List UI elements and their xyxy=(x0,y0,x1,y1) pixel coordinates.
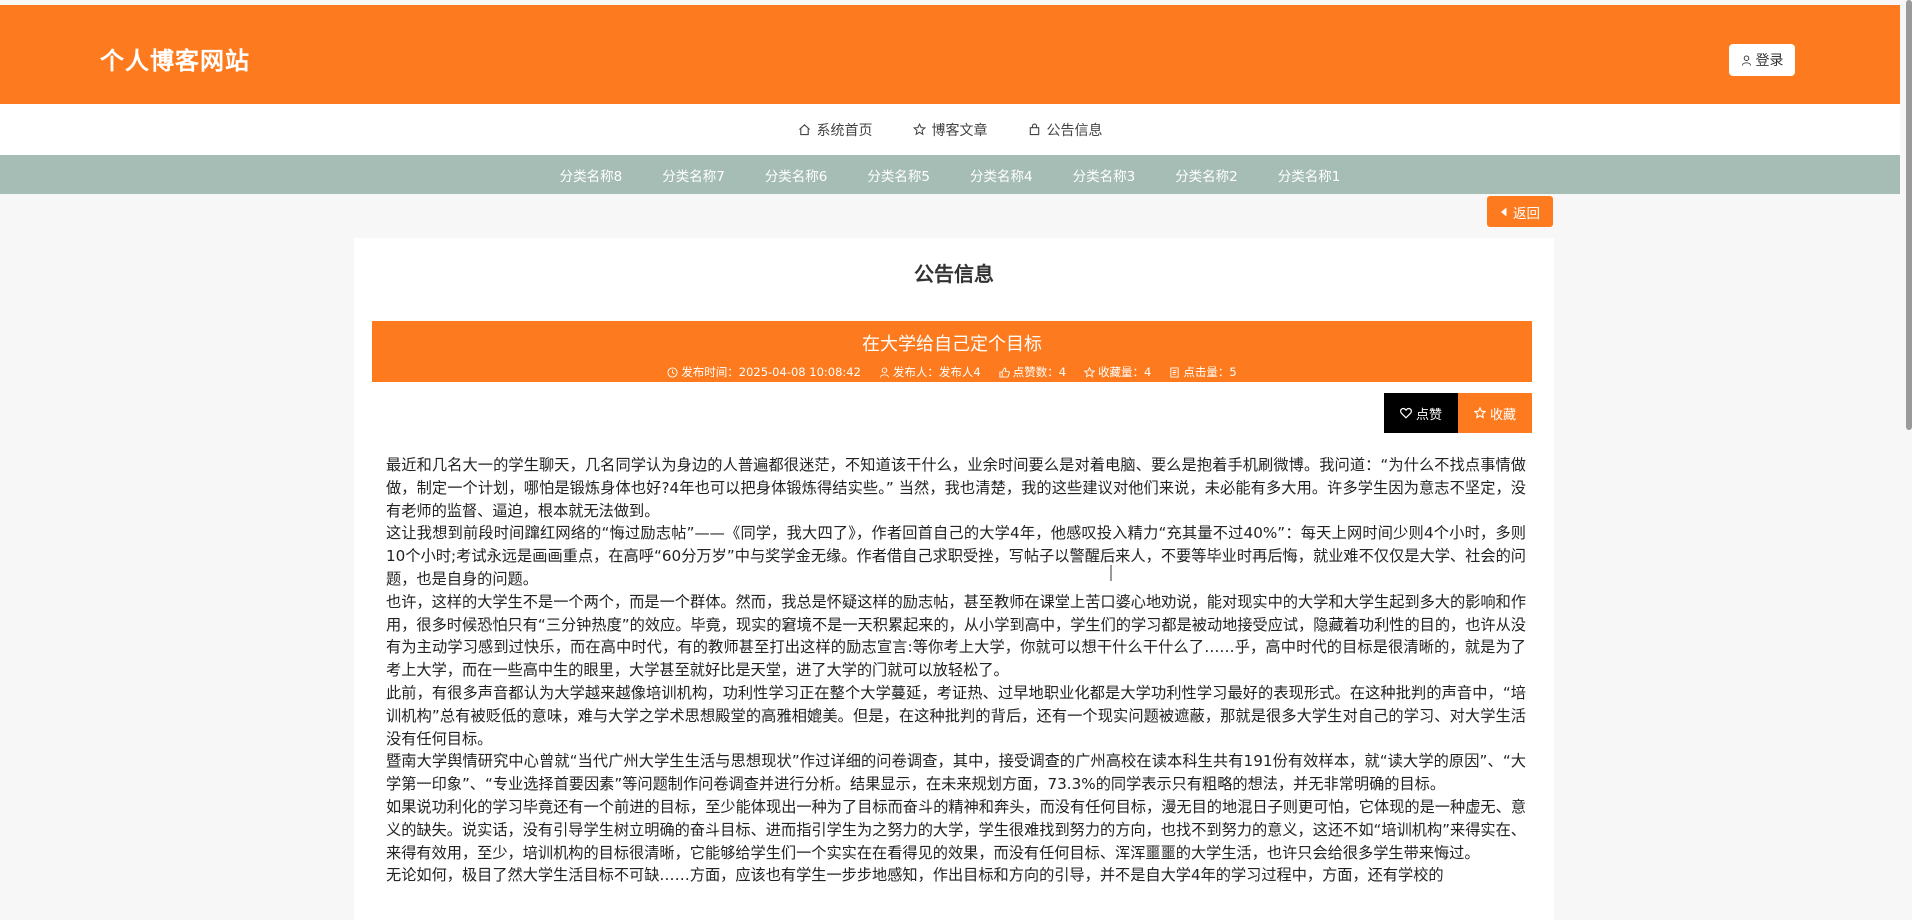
top-header: 个人博客网站 登录 xyxy=(0,5,1900,104)
user-icon xyxy=(879,366,889,378)
category-item[interactable]: 分类名称1 xyxy=(1278,165,1341,185)
like-button[interactable]: 点赞 xyxy=(1384,393,1458,433)
star-icon xyxy=(912,123,926,136)
click-count-text: 点击量：5 xyxy=(1183,365,1237,379)
article-paragraph: 这让我想到前段时间蹿红网络的“悔过励志帖”——《同学，我大四了》，作者回首自己的… xyxy=(386,524,1526,588)
publisher: 发布人：发布人4 xyxy=(879,364,981,380)
caret-left-icon xyxy=(1501,207,1507,216)
nav-item-notice[interactable]: 公告信息 xyxy=(1028,120,1103,140)
favorite-count: 收藏量：4 xyxy=(1084,364,1151,380)
nav-item-label: 系统首页 xyxy=(816,122,873,139)
document-icon xyxy=(1170,366,1180,378)
click-count: 点击量：5 xyxy=(1169,364,1237,380)
publisher-text: 发布人：发布人4 xyxy=(892,365,981,379)
page-scrollbar[interactable] xyxy=(1906,0,1912,430)
favorite-count-text: 收藏量：4 xyxy=(1098,365,1152,379)
notice-header: 在大学给自己定个目标 发布时间：2025-04-08 10:08:42 发布人：… xyxy=(372,321,1532,382)
clock-icon xyxy=(667,366,678,378)
article-body: 最近和几名大一的学生聊天，几名同学认为身边的人普遍都很迷茫，不知道该干什么，业余… xyxy=(386,454,1526,887)
notice-meta: 发布时间：2025-04-08 10:08:42 发布人：发布人4 点赞数：4 … xyxy=(372,364,1532,380)
like-count-text: 点赞数：4 xyxy=(1012,365,1067,379)
bag-icon xyxy=(1029,123,1039,136)
notice-title: 在大学给自己定个目标 xyxy=(862,334,1042,355)
category-item[interactable]: 分类名称6 xyxy=(765,165,828,185)
text-cursor-icon xyxy=(1110,565,1112,581)
notice-card: 公告信息 在大学给自己定个目标 发布时间：2025-04-08 10:08:42… xyxy=(354,238,1554,920)
category-item[interactable]: 分类名称7 xyxy=(662,165,725,185)
category-item[interactable]: 分类名称5 xyxy=(867,165,930,185)
home-icon xyxy=(798,124,810,136)
publish-time: 发布时间：2025-04-08 10:08:42 xyxy=(667,364,861,380)
main-nav: 系统首页 博客文章 公告信息 xyxy=(0,104,1900,155)
star-icon xyxy=(1084,366,1096,378)
star-icon xyxy=(1473,407,1486,419)
article-paragraph: 如果说功利化的学习毕竟还有一个前进的目标，至少能体现出一种为了目标而奋斗的精神和… xyxy=(386,797,1526,862)
login-label: 登录 xyxy=(1755,53,1784,69)
category-bar: 分类名称8 分类名称7 分类名称6 分类名称5 分类名称4 分类名称3 分类名称… xyxy=(0,155,1900,194)
category-item[interactable]: 分类名称2 xyxy=(1175,165,1238,185)
site-title[interactable]: 个人博客网站 xyxy=(100,41,250,76)
user-icon xyxy=(1741,54,1751,66)
article-paragraph: 无论如何，极目了然大学生活目标不可缺……方面，应该也有学生一步步地感知，作出目标… xyxy=(386,866,1444,885)
article-paragraph: 也许，这样的大学生不是一个两个，而是一个群体。然而，我总是怀疑这样的励志帖，甚至… xyxy=(386,592,1526,680)
nav-item-label: 公告信息 xyxy=(1046,122,1103,139)
article-paragraph: 最近和几名大一的学生聊天，几名同学认为身边的人普遍都很迷茫，不知道该干什么，业余… xyxy=(386,456,1526,520)
page-title: 公告信息 xyxy=(914,262,994,286)
back-button[interactable]: 返回 xyxy=(1487,196,1553,227)
action-buttons: 点赞 收藏 xyxy=(1384,393,1532,433)
article-paragraph: 暨南大学舆情研究中心曾就“当代广州大学生生活与思想现状”作过详细的问卷调查，其中… xyxy=(386,752,1526,794)
login-button[interactable]: 登录 xyxy=(1729,44,1795,76)
category-item[interactable]: 分类名称3 xyxy=(1073,165,1136,185)
nav-item-home[interactable]: 系统首页 xyxy=(798,120,873,140)
thumbs-up-icon xyxy=(999,366,1010,378)
like-label: 点赞 xyxy=(1415,407,1442,423)
favorite-label: 收藏 xyxy=(1489,407,1516,423)
nav-item-blog[interactable]: 博客文章 xyxy=(912,120,988,140)
publish-time-text: 发布时间：2025-04-08 10:08:42 xyxy=(681,365,861,379)
favorite-button[interactable]: 收藏 xyxy=(1458,393,1532,433)
nav-item-label: 博客文章 xyxy=(931,122,988,139)
back-label: 返回 xyxy=(1513,205,1540,222)
category-item[interactable]: 分类名称4 xyxy=(970,165,1033,185)
article-paragraph: 此前，有很多声音都认为大学越来越像培训机构，功利性学习正在整个大学蔓延，考证热、… xyxy=(386,683,1526,748)
category-item[interactable]: 分类名称8 xyxy=(560,165,623,185)
heart-icon xyxy=(1400,407,1412,419)
like-count: 点赞数：4 xyxy=(999,364,1066,380)
